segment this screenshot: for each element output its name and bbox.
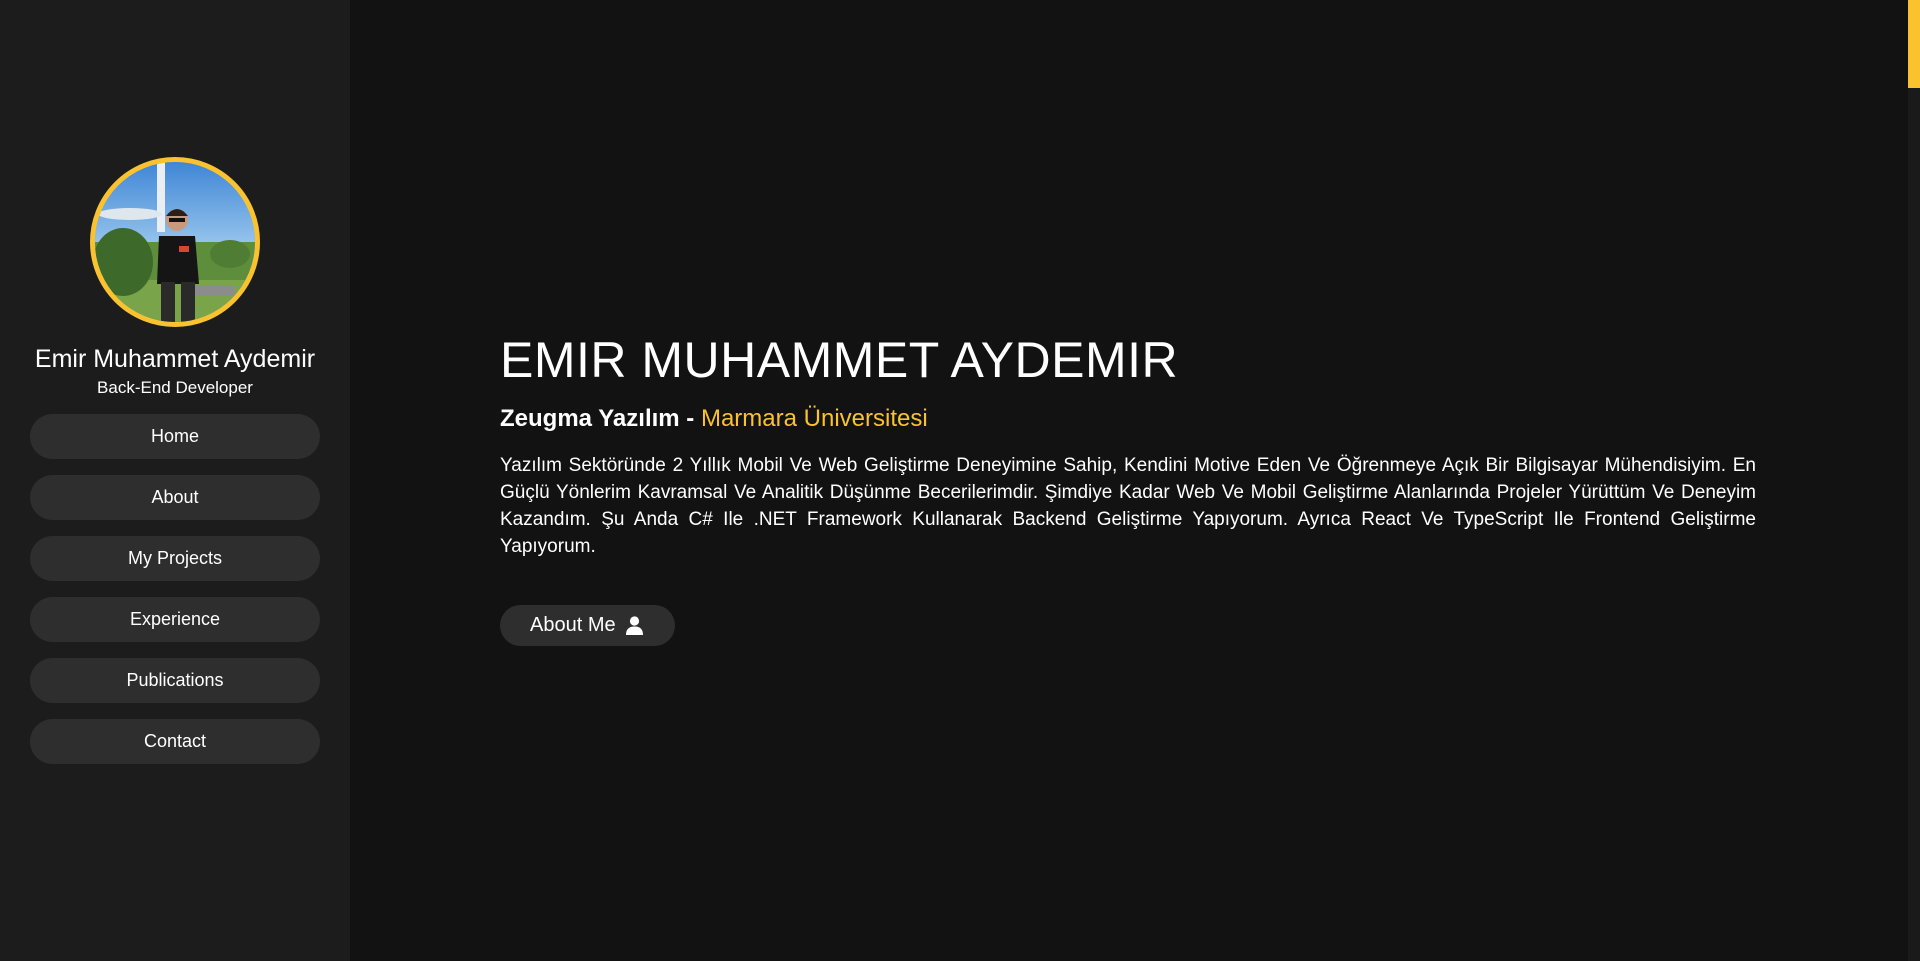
scrollbar-thumb[interactable] (1908, 0, 1920, 88)
nav-item-home[interactable]: Home (30, 414, 320, 459)
page: Emir Muhammet Aydemir Back-End Developer… (0, 0, 1920, 961)
nav-item-about[interactable]: About (30, 475, 320, 520)
profile-photo-icon (95, 162, 255, 322)
avatar (90, 157, 260, 327)
subtitle-separator: - (686, 405, 695, 432)
hero-description: Yazılım Sektöründe 2 Yıllık Mobil Ve Web… (500, 455, 1756, 557)
sidebar-nav: Home About My Projects Experience Public… (30, 414, 320, 764)
nav-item-publications[interactable]: Publications (30, 658, 320, 703)
user-icon (625, 616, 643, 635)
university-name: Marmara Üniversitesi (700, 405, 928, 432)
scrollbar-track[interactable] (1908, 0, 1920, 961)
nav-item-contact[interactable]: Contact (30, 719, 320, 764)
company-name: Zeugma Yazılım (500, 405, 680, 432)
hero-subtitle: Zeugma Yazılım - Marmara Üniversitesi (500, 404, 1756, 434)
about-me-button-label: About Me (530, 614, 616, 636)
nav-item-my-projects[interactable]: My Projects (30, 536, 320, 581)
hero-section: EMIR MUHAMMET AYDEMIR Zeugma Yazılım - M… (500, 330, 1756, 646)
about-me-button[interactable]: About Me (500, 605, 675, 646)
profile-name: Emir Muhammet Aydemir (34, 345, 316, 373)
hero-title: EMIR MUHAMMET AYDEMIR (500, 332, 1179, 388)
profile-role: Back-End Developer (97, 378, 253, 397)
nav-item-experience[interactable]: Experience (30, 597, 320, 642)
sidebar: Emir Muhammet Aydemir Back-End Developer… (0, 0, 350, 961)
